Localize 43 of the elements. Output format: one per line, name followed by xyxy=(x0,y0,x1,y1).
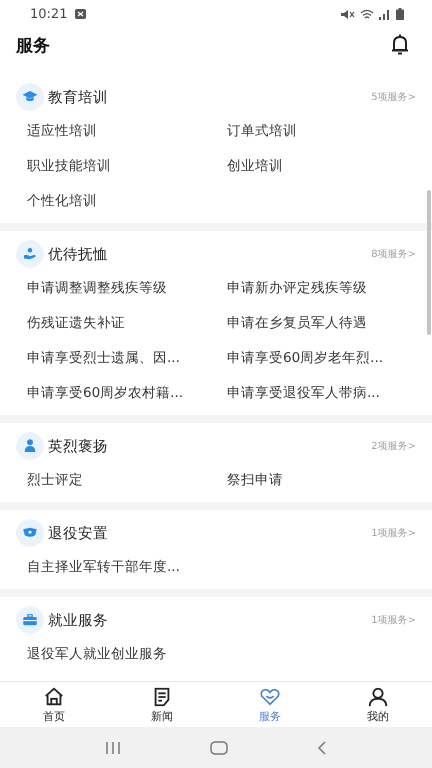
service-link[interactable]: 申请享受60周岁老年烈... xyxy=(227,341,432,376)
service-link[interactable]: 申请享受退役军人带病... xyxy=(227,376,432,411)
tab[interactable]: 服务 xyxy=(216,682,324,727)
bell-icon[interactable] xyxy=(390,34,410,56)
service-link[interactable]: 申请在乡复员军人待遇 xyxy=(227,306,432,341)
status-time: 10:21 xyxy=(30,6,68,22)
service-link[interactable]: 个性化培训 xyxy=(27,184,227,219)
section-icon xyxy=(16,83,44,111)
back-icon[interactable] xyxy=(317,740,328,754)
mute-icon xyxy=(341,8,355,20)
service-link[interactable]: 祭扫申请 xyxy=(227,463,432,498)
service-link[interactable]: 烈士评定 xyxy=(27,463,227,498)
recent-apps-icon[interactable] xyxy=(104,742,121,754)
section-title: 教育培训 xyxy=(48,88,109,106)
service-link[interactable]: 自主择业军转干部年度... xyxy=(27,550,227,585)
service-link[interactable]: 订单式培训 xyxy=(227,114,432,149)
tab[interactable]: 首页 xyxy=(0,682,108,727)
notification-icon xyxy=(75,9,86,19)
service-link[interactable]: 职业技能培训 xyxy=(27,149,227,184)
section-title: 退役安置 xyxy=(48,524,109,542)
section-icon xyxy=(16,606,44,634)
section-title: 英烈褒扬 xyxy=(48,438,109,456)
service-link[interactable]: 申请调整调整残疾等级 xyxy=(27,271,227,306)
section-title: 就业服务 xyxy=(48,612,109,630)
service-link[interactable]: 退役军人就业创业服务 xyxy=(27,637,227,672)
tab[interactable]: 新闻 xyxy=(108,682,216,727)
signal-icon xyxy=(379,8,391,20)
tab-icon xyxy=(366,686,390,708)
wifi-icon xyxy=(360,8,374,20)
page-title: 服务 xyxy=(16,34,51,56)
service-link[interactable]: 适应性培训 xyxy=(27,114,227,149)
service-link[interactable]: 申请享受烈士遗属、因... xyxy=(27,341,227,376)
section-icon xyxy=(16,432,44,460)
tab[interactable]: 我的 xyxy=(324,682,432,727)
service-link[interactable]: 申请新办评定残疾等级 xyxy=(227,271,432,306)
battery-icon xyxy=(396,8,404,20)
service-link[interactable]: 申请享受60周岁农村籍... xyxy=(27,376,227,411)
section-icon xyxy=(16,240,44,268)
service-link[interactable]: 伤残证遗失补证 xyxy=(27,306,227,341)
service-link[interactable]: 创业培训 xyxy=(227,149,432,184)
home-button-icon[interactable] xyxy=(210,740,228,754)
section-icon xyxy=(16,519,44,547)
section-title: 优待抚恤 xyxy=(48,246,109,264)
